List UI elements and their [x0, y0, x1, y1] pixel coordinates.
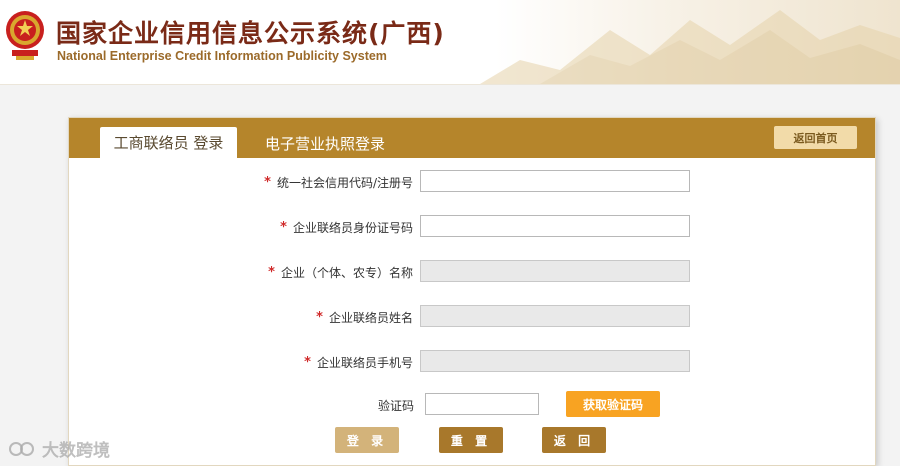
mountain-background	[480, 10, 900, 84]
return-home-button[interactable]: 返回首页	[774, 126, 857, 149]
required-mark: *	[304, 355, 311, 370]
company-name-label: * 企业（个体、农专）名称	[268, 265, 413, 280]
captcha-label: 验证码	[378, 399, 415, 413]
company-name-input[interactable]	[420, 260, 690, 282]
watermark: 大数跨境	[8, 436, 110, 461]
required-mark: *	[316, 310, 323, 325]
back-button[interactable]: 返 回	[542, 427, 606, 453]
liaison-name-input[interactable]	[420, 305, 690, 327]
site-title: 国家企业信用信息公示系统(广西)	[56, 19, 445, 48]
tab-e-license-login[interactable]: 电子营业执照登录	[265, 129, 385, 158]
required-mark: *	[268, 265, 275, 280]
credit-code-input[interactable]	[420, 170, 690, 192]
id-number-label: * 企业联络员身份证号码	[280, 220, 413, 235]
id-number-input[interactable]	[420, 215, 690, 237]
required-mark: *	[280, 220, 287, 235]
reset-button[interactable]: 重 置	[439, 427, 503, 453]
login-panel: 工商联络员 登录 电子营业执照登录 返回首页 * 统一社会信用代码/注册号 * …	[68, 117, 876, 466]
liaison-phone-input[interactable]	[420, 350, 690, 372]
site-header: 国家企业信用信息公示系统(广西) National Enterprise Cre…	[0, 0, 900, 85]
watermark-logo-icon	[9, 441, 34, 456]
login-button[interactable]: 登 录	[335, 427, 399, 453]
site-subtitle: National Enterprise Credit Information P…	[57, 49, 387, 63]
get-code-button[interactable]: 获取验证码	[566, 391, 660, 417]
tab-liaison-login[interactable]: 工商联络员 登录	[100, 127, 237, 158]
captcha-input[interactable]	[425, 393, 539, 415]
national-emblem-icon	[6, 11, 44, 60]
credit-code-label: * 统一社会信用代码/注册号	[264, 175, 413, 190]
panel-tab-bar: 工商联络员 登录 电子营业执照登录 返回首页	[69, 118, 875, 158]
required-mark: *	[264, 175, 271, 190]
liaison-name-label: * 企业联络员姓名	[316, 310, 413, 325]
liaison-phone-label: * 企业联络员手机号	[304, 355, 413, 370]
